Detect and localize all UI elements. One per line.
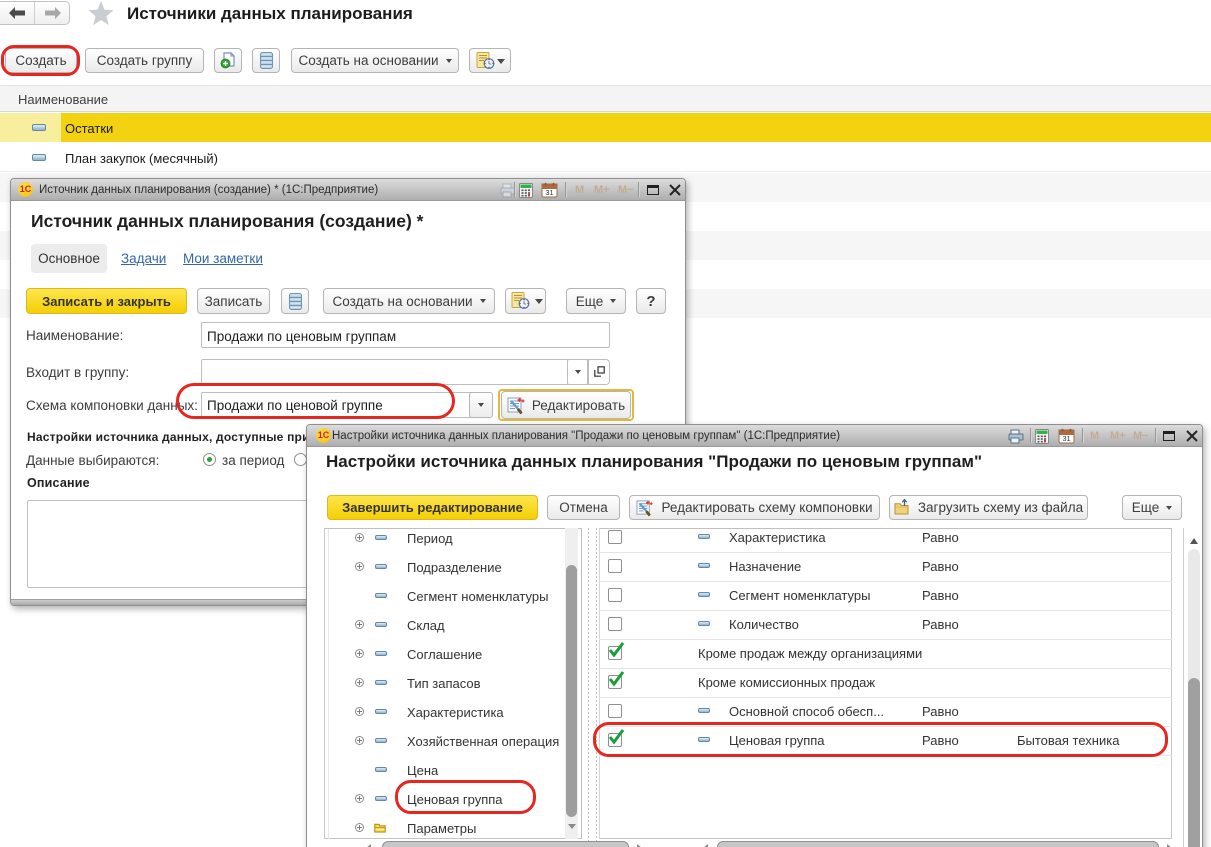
- svg-text:31: 31: [545, 188, 553, 197]
- svg-text:31: 31: [1062, 434, 1070, 443]
